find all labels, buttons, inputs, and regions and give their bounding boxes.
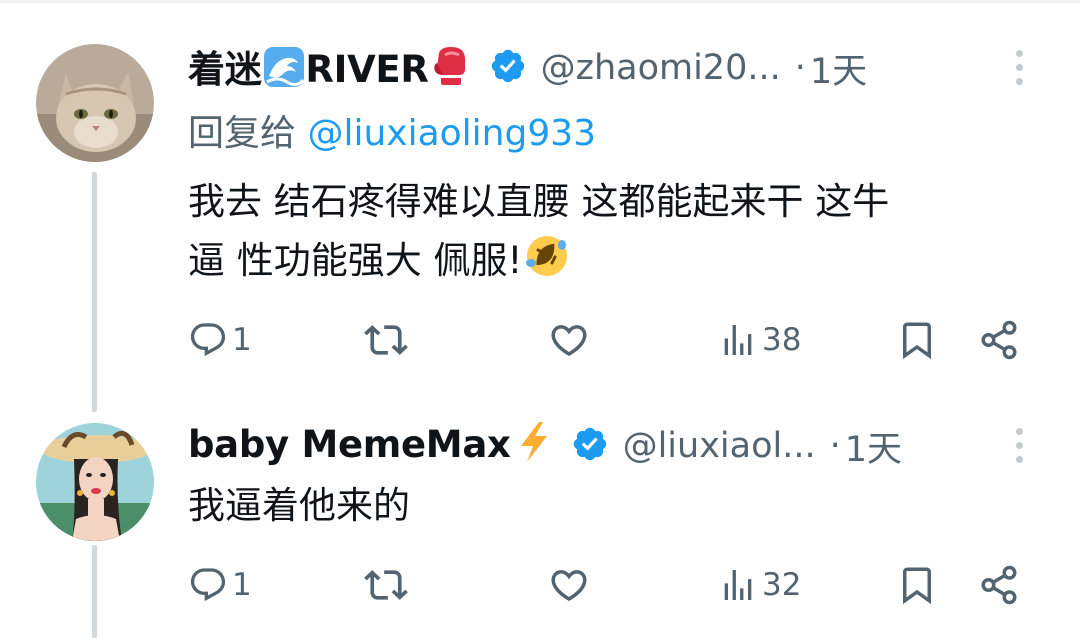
reply-count: 1 bbox=[232, 567, 252, 603]
display-name[interactable]: baby MemeMax bbox=[188, 420, 553, 473]
more-options-icon[interactable] bbox=[1012, 50, 1026, 85]
tweet-header: baby MemeMax @liuxiaol... · 1天 bbox=[188, 420, 902, 472]
verified-badge-icon bbox=[489, 47, 527, 89]
wave-emoji bbox=[263, 46, 305, 97]
lightning-emoji bbox=[513, 420, 553, 473]
reply-button[interactable]: 1 bbox=[188, 555, 252, 615]
thread-line bbox=[92, 172, 97, 412]
avatar[interactable] bbox=[36, 423, 154, 541]
retweet-button[interactable] bbox=[364, 555, 408, 615]
top-divider bbox=[0, 0, 1080, 3]
tweet-actions: 1 38 bbox=[188, 310, 1028, 370]
boxing-glove-emoji bbox=[431, 45, 471, 98]
tweet-text: 我逼着他来的 bbox=[188, 476, 1058, 535]
tweet-actions: 1 32 bbox=[188, 555, 1028, 615]
heart-icon bbox=[551, 570, 587, 602]
heart-icon bbox=[551, 325, 587, 357]
views-chart-icon bbox=[724, 570, 752, 600]
bookmark-icon bbox=[903, 567, 931, 605]
user-handle[interactable]: @zhaomi20... bbox=[541, 48, 781, 88]
reply-mention-link[interactable]: @liuxiaoling933 bbox=[307, 113, 596, 154]
share-icon bbox=[981, 320, 1017, 360]
share-button[interactable] bbox=[978, 555, 1020, 615]
views-chart-icon bbox=[724, 325, 752, 355]
bookmark-button[interactable] bbox=[896, 555, 938, 615]
reply-count: 1 bbox=[232, 322, 252, 358]
retweet-button[interactable] bbox=[364, 310, 408, 370]
rolling-on-floor-laughing-emoji bbox=[524, 233, 570, 296]
retweet-icon bbox=[364, 325, 408, 355]
share-button[interactable] bbox=[978, 310, 1020, 370]
separator-dot: · bbox=[794, 48, 806, 88]
reply-prefix: 回复给 bbox=[188, 113, 297, 154]
avatar[interactable] bbox=[36, 44, 154, 162]
tweet-header: 着迷 RIVER @zhaomi20... · 1天 bbox=[188, 42, 867, 94]
bookmark-button[interactable] bbox=[896, 310, 938, 370]
tweet-text-line: 我去 结石疼得难以直腰 这都能起来干 这牛 bbox=[188, 180, 890, 223]
tweet-text-line: 我逼着他来的 bbox=[188, 484, 410, 527]
timestamp[interactable]: 1天 bbox=[845, 421, 902, 472]
tweet-text: 我去 结石疼得难以直腰 这都能起来干 这牛 逼 性功能强大 佩服! bbox=[188, 172, 1058, 296]
timestamp[interactable]: 1天 bbox=[810, 43, 867, 94]
view-count: 32 bbox=[762, 567, 802, 603]
more-options-icon[interactable] bbox=[1012, 428, 1026, 463]
display-name[interactable]: 着迷 RIVER bbox=[188, 39, 471, 98]
user-handle[interactable]: @liuxiaol... bbox=[623, 426, 816, 466]
view-count: 38 bbox=[762, 322, 802, 358]
views-button[interactable]: 32 bbox=[718, 555, 801, 615]
like-button[interactable] bbox=[548, 310, 590, 370]
reply-button[interactable]: 1 bbox=[188, 310, 252, 370]
tweet-text-line: 逼 性功能强大 佩服! bbox=[188, 231, 1058, 296]
share-icon bbox=[981, 565, 1017, 605]
retweet-icon bbox=[364, 570, 408, 600]
reply-context: 回复给 @liuxiaoling933 bbox=[188, 104, 596, 156]
like-button[interactable] bbox=[548, 555, 590, 615]
verified-badge-icon bbox=[571, 425, 609, 467]
thread-line bbox=[92, 545, 97, 638]
reply-icon bbox=[190, 323, 226, 357]
separator-dot: · bbox=[829, 426, 841, 466]
bookmark-icon bbox=[903, 322, 931, 360]
reply-icon bbox=[190, 568, 226, 602]
views-button[interactable]: 38 bbox=[718, 310, 801, 370]
